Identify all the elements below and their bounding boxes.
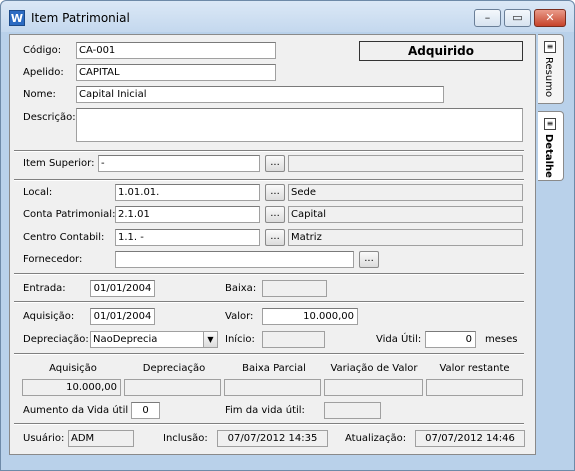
- centro-field[interactable]: 1.1. -: [115, 229, 260, 246]
- vida-util-label: Vida Útil:: [376, 334, 422, 345]
- separator: [14, 353, 524, 355]
- conta-description: Capital: [288, 206, 523, 223]
- atualizacao-field: 07/07/2012 14:46: [415, 430, 525, 447]
- tab-resumo-label: Resumo: [543, 57, 554, 98]
- descricao-field[interactable]: [76, 108, 523, 142]
- usuario-field: ADM: [68, 430, 134, 447]
- window: W Item Patrimonial – ▭ ✕ Adquirido Códig…: [0, 0, 575, 471]
- fim-vida-field: [324, 402, 381, 419]
- usuario-label: Usuário:: [23, 433, 65, 444]
- entrada-label: Entrada:: [23, 283, 66, 294]
- apelido-field[interactable]: CAPITAL: [76, 64, 276, 81]
- fornecedor-label: Fornecedor:: [23, 254, 83, 265]
- valor-field[interactable]: 10.000,00: [262, 308, 358, 325]
- separator: [14, 273, 524, 275]
- valor-label: Valor:: [225, 311, 254, 322]
- summary-header-baixa-parcial: Baixa Parcial: [242, 363, 306, 374]
- summary-valor-restante-value: [426, 379, 523, 396]
- vida-util-field[interactable]: 0: [425, 331, 476, 348]
- item-superior-field[interactable]: -: [98, 155, 260, 172]
- nome-field[interactable]: Capital Inicial: [76, 86, 444, 103]
- nome-label: Nome:: [23, 89, 56, 100]
- item-superior-label: Item Superior:: [23, 158, 95, 169]
- summary-depreciacao-value: [124, 379, 221, 396]
- local-label: Local:: [23, 187, 53, 198]
- summary-variacao-value: [324, 379, 423, 396]
- item-superior-lookup-button[interactable]: ...: [265, 155, 285, 172]
- local-description: Sede: [288, 184, 523, 201]
- local-lookup-button[interactable]: ...: [265, 184, 285, 201]
- separator: [14, 179, 524, 181]
- separator: [14, 150, 524, 152]
- item-superior-description: [288, 155, 523, 172]
- baixa-label: Baixa:: [225, 283, 257, 294]
- depreciacao-select[interactable]: NaoDeprecia ▼: [90, 331, 218, 348]
- local-field[interactable]: 1.01.01.: [115, 184, 260, 201]
- status-badge: Adquirido: [359, 41, 523, 61]
- summary-aquisicao-value: 10.000,00: [22, 379, 121, 396]
- conta-field[interactable]: 2.1.01: [115, 206, 260, 223]
- aumento-label: Aumento da Vida útil :: [23, 405, 135, 416]
- maximize-button[interactable]: ▭: [504, 9, 531, 27]
- minimize-button[interactable]: –: [474, 9, 501, 27]
- codigo-label: Código:: [23, 45, 62, 56]
- aquisicao-field[interactable]: 01/01/2004: [90, 308, 155, 325]
- summary-header-valor-restante: Valor restante: [439, 363, 510, 374]
- inclusao-label: Inclusão:: [163, 433, 208, 444]
- detail-icon: ≡: [544, 118, 556, 130]
- summary-header-variacao: Variação de Valor: [330, 363, 418, 374]
- aquisicao-label: Aquisição:: [23, 311, 75, 322]
- tab-resumo[interactable]: ≡ Resumo: [538, 34, 564, 104]
- aumento-field[interactable]: 0: [131, 402, 160, 419]
- title-bar[interactable]: W Item Patrimonial – ▭ ✕: [1, 1, 574, 32]
- inclusao-field: 07/07/2012 14:35: [217, 430, 328, 447]
- app-icon: W: [9, 10, 25, 26]
- centro-label: Centro Contabil:: [23, 232, 105, 243]
- close-button[interactable]: ✕: [534, 9, 566, 27]
- fim-vida-label: Fim da vida útil:: [225, 405, 305, 416]
- entrada-field[interactable]: 01/01/2004: [90, 280, 155, 297]
- summary-icon: ≡: [544, 41, 556, 53]
- summary-header-aquisicao: Aquisição: [49, 363, 97, 374]
- conta-label: Conta Patrimonial:: [23, 209, 116, 220]
- codigo-field[interactable]: CA-001: [76, 42, 276, 59]
- inicio-field: [262, 331, 325, 348]
- window-title: Item Patrimonial: [31, 11, 130, 25]
- meses-label: meses: [485, 334, 518, 345]
- tab-detalhe-label: Detalhe: [543, 134, 554, 178]
- separator: [14, 423, 524, 425]
- summary-baixa-parcial-value: [224, 379, 321, 396]
- descricao-label: Descrição:: [23, 112, 76, 123]
- centro-lookup-button[interactable]: ...: [265, 229, 285, 246]
- depreciacao-label: Depreciação:: [23, 334, 89, 345]
- fornecedor-lookup-button[interactable]: ...: [359, 251, 379, 268]
- depreciacao-value: NaoDeprecia: [93, 334, 158, 345]
- conta-lookup-button[interactable]: ...: [265, 206, 285, 223]
- centro-description: Matriz: [288, 229, 523, 246]
- fornecedor-field[interactable]: [115, 251, 354, 268]
- atualizacao-label: Atualização:: [345, 433, 407, 444]
- apelido-label: Apelido:: [23, 67, 64, 78]
- chevron-down-icon[interactable]: ▼: [203, 332, 217, 347]
- baixa-field: [262, 280, 327, 297]
- separator: [14, 301, 524, 303]
- tab-detalhe[interactable]: ≡ Detalhe: [538, 111, 564, 181]
- summary-header-depreciacao: Depreciação: [142, 363, 206, 374]
- inicio-label: Início:: [225, 334, 255, 345]
